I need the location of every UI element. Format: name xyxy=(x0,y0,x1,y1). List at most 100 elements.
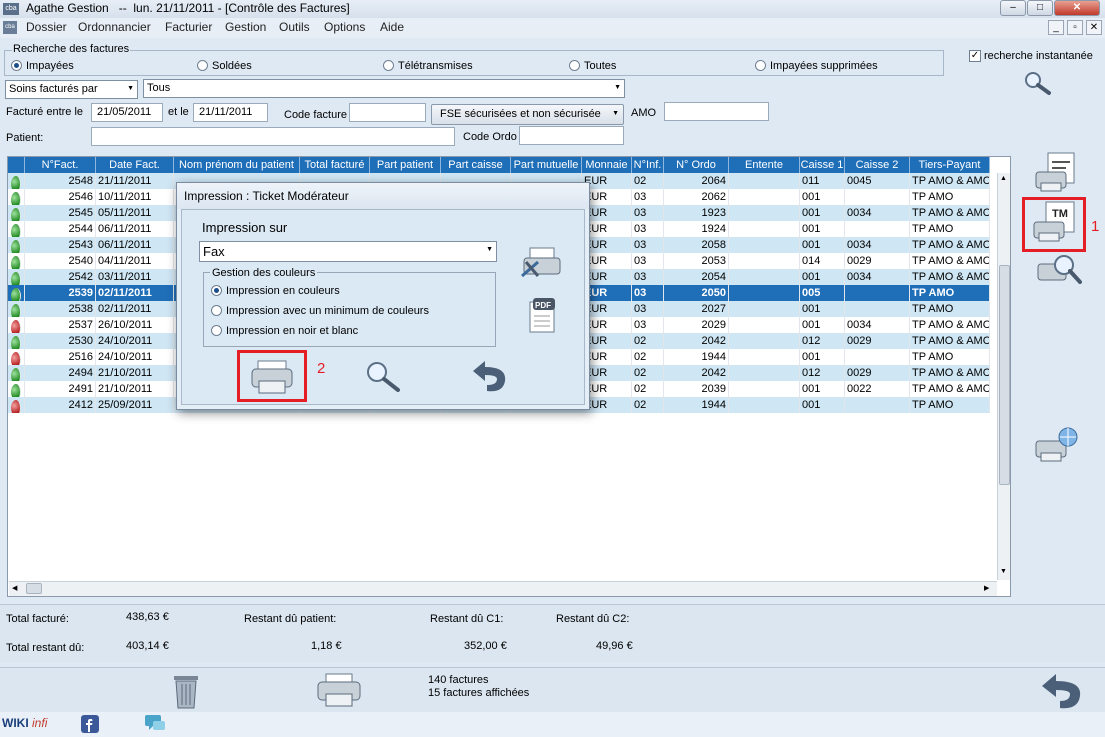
date-from-input[interactable]: 21/05/2011 xyxy=(91,103,163,122)
patient-input[interactable] xyxy=(91,127,455,146)
print-list-icon[interactable] xyxy=(1030,150,1080,196)
back-arrow-icon[interactable] xyxy=(465,357,513,395)
wiki-link[interactable]: WIKI infi xyxy=(2,716,47,730)
cell-num-fact: 2542 xyxy=(25,269,96,285)
cell-caisse-2: 0034 xyxy=(845,205,910,221)
col-total[interactable]: Total facturé xyxy=(300,157,370,173)
cell-num-ordo: 2062 xyxy=(664,189,729,205)
menu-outils[interactable]: Outils xyxy=(279,20,310,34)
radio-impayees-supprimees[interactable]: Impayées supprimées xyxy=(755,59,878,72)
cell-num-inf: 02 xyxy=(632,381,664,397)
total-restant-value: 403,14 € xyxy=(126,640,169,652)
instant-search-checkbox[interactable]: ✓ xyxy=(969,50,981,62)
patient-label: Patient: xyxy=(6,132,44,144)
col-status[interactable] xyxy=(8,157,25,173)
scroll-down-icon[interactable]: ▼ xyxy=(1000,568,1007,575)
col-entente[interactable]: Entente xyxy=(729,157,800,173)
col-date-fact[interactable]: Date Fact. xyxy=(96,157,174,173)
radio-icon xyxy=(211,285,222,296)
mdi-close-button[interactable]: ✕ xyxy=(1086,20,1102,35)
mdi-restore-button[interactable]: ▫ xyxy=(1067,20,1083,35)
radio-toutes[interactable]: Toutes xyxy=(569,59,616,72)
radio-impayees[interactable]: Impayées xyxy=(11,59,74,72)
tous-select[interactable]: Tous xyxy=(143,79,625,98)
menu-logo: cba xyxy=(3,21,17,34)
col-num-ordo[interactable]: N° Ordo xyxy=(664,157,729,173)
preview-print-icon[interactable] xyxy=(1034,252,1084,288)
device-select[interactable]: Fax xyxy=(199,241,497,262)
menu-facturier[interactable]: Facturier xyxy=(165,20,212,34)
col-tiers-payant[interactable]: Tiers-Payant xyxy=(910,157,990,173)
preview-magnifier-icon[interactable] xyxy=(363,359,403,393)
radio-teletransmises[interactable]: Télétransmises xyxy=(383,59,473,72)
col-num-inf[interactable]: N°Inf. xyxy=(632,157,664,173)
col-caisse-2[interactable]: Caisse 2 xyxy=(845,157,910,173)
horizontal-scrollbar[interactable]: ◀ ▶ xyxy=(9,581,997,596)
et-le-label: et le xyxy=(168,106,189,118)
col-patient[interactable]: Nom prénom du patient xyxy=(174,157,300,173)
radio-color-bw[interactable]: Impression en noir et blanc xyxy=(211,324,358,337)
pdf-label: PDF xyxy=(535,301,551,310)
vertical-scrollbar[interactable]: ▲ ▼ xyxy=(997,173,1010,580)
restant-c2-label: Restant dû C2: xyxy=(556,613,630,625)
print-icon[interactable] xyxy=(314,670,364,712)
radio-color-minimum[interactable]: Impression avec un minimum de couleurs xyxy=(211,304,429,317)
radio-color-full[interactable]: Impression en couleurs xyxy=(211,284,340,297)
cell-caisse-2 xyxy=(845,221,910,237)
cell-date-fact: 24/10/2011 xyxy=(96,349,174,365)
cell-caisse-1: 001 xyxy=(800,301,845,317)
print-button-icon[interactable] xyxy=(248,357,296,397)
radio-icon xyxy=(569,60,580,71)
radio-icon xyxy=(11,60,22,71)
facebook-icon[interactable] xyxy=(80,714,100,734)
cell-num-fact: 2412 xyxy=(25,397,96,413)
col-part-caisse[interactable]: Part caisse xyxy=(441,157,511,173)
trash-icon[interactable] xyxy=(168,672,204,710)
col-caisse-1[interactable]: Caisse 1 xyxy=(800,157,845,173)
radio-icon xyxy=(383,60,394,71)
green-status-icon xyxy=(11,256,21,269)
date-to-input[interactable]: 21/11/2011 xyxy=(193,103,268,122)
radio-soldees[interactable]: Soldées xyxy=(197,59,252,72)
printer-settings-icon[interactable] xyxy=(520,244,566,282)
code-facture-input[interactable] xyxy=(349,103,426,122)
chat-icon[interactable] xyxy=(143,714,167,734)
menu-options[interactable]: Options xyxy=(324,20,365,34)
menu-ordonnancier[interactable]: Ordonnancier xyxy=(78,20,151,34)
close-button[interactable]: ✕ xyxy=(1054,0,1100,16)
col-num-fact[interactable]: N°Fact. xyxy=(25,157,96,173)
fse-select[interactable]: FSE sécurisées et non sécurisée xyxy=(431,104,624,125)
code-ordo-input[interactable] xyxy=(519,126,624,145)
col-part-mutuelle[interactable]: Part mutuelle xyxy=(511,157,582,173)
ticket-moderateur-print-icon[interactable]: TM xyxy=(1030,200,1080,248)
cell-tiers-payant: TP AMO xyxy=(910,397,990,413)
minimize-button[interactable]: – xyxy=(1000,0,1026,16)
scroll-left-icon[interactable]: ◀ xyxy=(12,584,17,592)
scroll-up-icon[interactable]: ▲ xyxy=(1000,175,1007,182)
mdi-minimize-button[interactable]: _ xyxy=(1048,20,1064,35)
col-part-patient[interactable]: Part patient xyxy=(370,157,441,173)
globe-print-icon[interactable] xyxy=(1032,425,1082,467)
maximize-button[interactable]: □ xyxy=(1027,0,1053,16)
cell-num-fact: 2546 xyxy=(25,189,96,205)
back-icon[interactable] xyxy=(1036,670,1088,712)
cell-date-fact: 24/10/2011 xyxy=(96,333,174,349)
cell-entente xyxy=(729,237,800,253)
cell-date-fact: 26/10/2011 xyxy=(96,317,174,333)
hscroll-thumb[interactable] xyxy=(26,583,42,594)
cell-num-fact: 2545 xyxy=(25,205,96,221)
search-legend: Recherche des factures xyxy=(12,43,131,55)
pdf-icon[interactable]: PDF xyxy=(526,296,560,334)
soins-factures-select[interactable]: Soins facturés par xyxy=(5,80,138,99)
search-icon[interactable] xyxy=(1022,70,1054,96)
link-bar: WIKI infi xyxy=(0,712,1105,737)
scroll-thumb[interactable] xyxy=(999,265,1010,485)
cell-num-inf: 03 xyxy=(632,253,664,269)
menu-gestion[interactable]: Gestion xyxy=(225,20,266,34)
menu-dossier[interactable]: Dossier xyxy=(26,20,67,34)
col-monnaie[interactable]: Monnaie xyxy=(582,157,632,173)
facture-entre-label: Facturé entre le xyxy=(6,106,84,118)
amo-input[interactable] xyxy=(664,102,769,121)
menu-aide[interactable]: Aide xyxy=(380,20,404,34)
scroll-right-icon[interactable]: ▶ xyxy=(984,584,989,592)
